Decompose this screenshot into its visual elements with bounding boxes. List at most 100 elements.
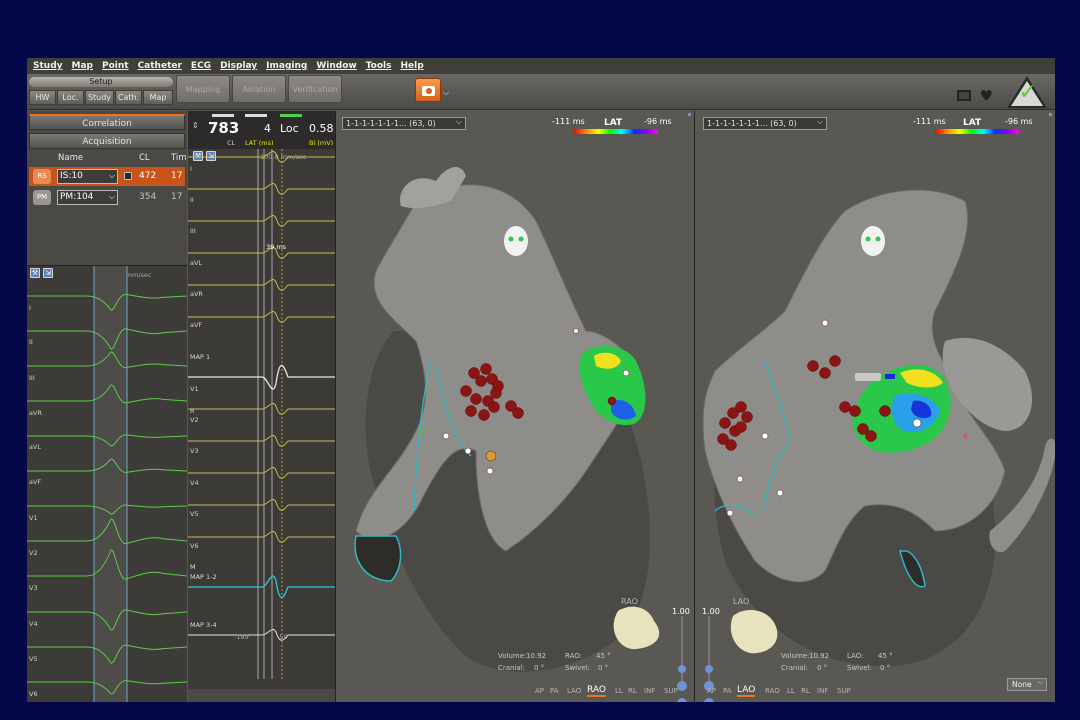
lao-ablation-point-17[interactable] xyxy=(821,319,829,327)
lao-ablation-point-2[interactable] xyxy=(735,401,747,413)
rao-orient-sup[interactable]: SUP xyxy=(664,687,678,695)
ep-trace-11 xyxy=(188,531,335,543)
rao-head-icon[interactable] xyxy=(504,226,528,256)
rao-ablation-point-5[interactable] xyxy=(460,385,472,397)
ep-trace-10 xyxy=(188,499,335,511)
menu-display[interactable]: Display xyxy=(220,61,257,71)
tab-correlation[interactable]: Correlation xyxy=(29,114,185,130)
rao-orient-lao[interactable]: LAO xyxy=(567,687,581,695)
lao-ablation-point-0[interactable] xyxy=(719,417,731,429)
lao-ablation-point-15[interactable] xyxy=(879,405,891,417)
rao-ablation-point-1[interactable] xyxy=(475,375,487,387)
menu-bar: Study Map Point Catheter ECG Display Ima… xyxy=(27,58,1055,74)
lao-orient-rl[interactable]: RL xyxy=(801,687,810,695)
table-row[interactable]: PM PM:104 354 17 xyxy=(29,188,185,207)
scroll-updown-icon[interactable]: ⇕ xyxy=(192,121,199,130)
rao-anatomy-svg[interactable] xyxy=(336,111,695,702)
rao-orient-ll[interactable]: LL xyxy=(615,687,623,695)
menu-study[interactable]: Study xyxy=(33,61,63,71)
snapshot-button[interactable] xyxy=(415,78,441,102)
rao-orient-inf[interactable]: INF xyxy=(644,687,655,695)
lao-ablation-point-6[interactable] xyxy=(725,439,737,451)
loc-button[interactable]: Loc. xyxy=(57,90,84,105)
map-button[interactable]: Map xyxy=(143,90,173,105)
ablation-button[interactable]: Ablation xyxy=(232,75,286,103)
rao-zoom-knob[interactable] xyxy=(678,665,686,673)
menu-tools[interactable]: Tools xyxy=(366,61,392,71)
lao-orient-rao[interactable]: RAO xyxy=(765,687,780,695)
rao-orient-rao[interactable]: RAO xyxy=(587,685,606,697)
rao-reset-icon[interactable] xyxy=(677,698,687,702)
lao-ablation-point-12[interactable] xyxy=(849,405,861,417)
map-view-rao[interactable]: 1-1-1-1-1-1-1... (63, 0) -111 ms LAT -96… xyxy=(335,111,694,702)
rao-orient-pa[interactable]: PA xyxy=(550,687,559,695)
lao-ablation-point-18[interactable] xyxy=(761,432,769,440)
menu-point[interactable]: Point xyxy=(102,61,129,71)
rao-ablation-point-14[interactable] xyxy=(442,432,450,440)
lao-ablation-point-19[interactable] xyxy=(736,475,744,483)
map-view-lao[interactable]: 1-1-1-1-1-1-1... (63, 0) -111 ms LAT -96… xyxy=(694,111,1055,702)
row-name-select[interactable]: PM:104 xyxy=(57,190,118,205)
lao-ablation-point-8[interactable] xyxy=(807,360,819,372)
lao-ablation-point-7[interactable] xyxy=(735,421,747,433)
row-name-select[interactable]: IS:10 xyxy=(57,169,118,184)
table-row[interactable]: RS IS:10 472 17 xyxy=(29,167,185,186)
rao-map-select[interactable]: 1-1-1-1-1-1-1... (63, 0) xyxy=(342,116,466,130)
monitor-icon[interactable] xyxy=(957,90,971,101)
rao-ablation-point-6[interactable] xyxy=(470,393,482,405)
lao-ablation-point-20[interactable] xyxy=(776,489,784,497)
rao-ablation-point-8[interactable] xyxy=(490,387,502,399)
lao-ablation-point-3[interactable] xyxy=(741,411,753,423)
lao-orient-lao[interactable]: LAO xyxy=(737,685,756,697)
rao-ablation-point-19[interactable] xyxy=(622,369,630,377)
setup-label[interactable]: Setup xyxy=(29,77,173,87)
rao-ablation-point-18[interactable] xyxy=(607,396,617,406)
rao-ablation-point-15[interactable] xyxy=(464,447,472,455)
rao-ablation-point-11[interactable] xyxy=(488,401,500,413)
lao-orient-ap[interactable]: AP xyxy=(707,687,716,695)
lao-anatomy-svg[interactable] xyxy=(695,111,1055,702)
lao-zoom-knob[interactable] xyxy=(705,665,713,673)
lao-orient-pa[interactable]: PA xyxy=(723,687,732,695)
menu-ecg[interactable]: ECG xyxy=(191,61,211,71)
lao-reset-icon[interactable] xyxy=(704,698,714,702)
study-button[interactable]: Study xyxy=(85,90,114,105)
lao-head-icon[interactable] xyxy=(861,226,885,256)
menu-window[interactable]: Window xyxy=(316,61,356,71)
rao-cranial-label: Cranial: xyxy=(498,664,526,672)
verification-button[interactable]: Verification xyxy=(288,75,342,103)
lead-label-v6: V6 xyxy=(29,690,38,698)
row-checkbox[interactable] xyxy=(124,172,132,180)
rao-ablation-point-2[interactable] xyxy=(480,363,492,375)
lao-orient-inf[interactable]: INF xyxy=(817,687,828,695)
lao-map-select[interactable]: 1-1-1-1-1-1-1... (63, 0) xyxy=(703,116,827,130)
rao-ablation-point-17[interactable] xyxy=(485,450,497,462)
rao-ablation-point-9[interactable] xyxy=(465,405,477,417)
lao-ablation-point-9[interactable] xyxy=(819,367,831,379)
lao-ablation-point-10[interactable] xyxy=(829,355,841,367)
menu-catheter[interactable]: Catheter xyxy=(138,61,182,71)
heart-icon[interactable]: ♥ xyxy=(980,87,993,105)
menu-imaging[interactable]: Imaging xyxy=(266,61,307,71)
rao-orient-rl[interactable]: RL xyxy=(628,687,637,695)
lao-ablation-point-11[interactable] xyxy=(839,401,851,413)
lao-ablation-point-16[interactable] xyxy=(912,418,922,428)
lao-ablation-point-21[interactable] xyxy=(726,509,734,517)
rao-ablation-point-10[interactable] xyxy=(478,409,490,421)
hw-button[interactable]: HW xyxy=(29,90,56,105)
lao-mapping-label: R xyxy=(963,433,968,441)
rao-heart-orientation-icon[interactable] xyxy=(613,606,660,650)
lao-orient-ll[interactable]: LL xyxy=(787,687,795,695)
rao-ablation-point-16[interactable] xyxy=(486,467,494,475)
snapshot-dropdown-icon[interactable]: ⌵ xyxy=(443,88,449,98)
cath-button[interactable]: Cath. xyxy=(115,90,142,105)
lao-ablation-point-14[interactable] xyxy=(865,430,877,442)
mapping-button[interactable]: Mapping xyxy=(176,75,230,103)
menu-map[interactable]: Map xyxy=(72,61,93,71)
lao-orient-sup[interactable]: SUP xyxy=(837,687,851,695)
rao-orient-ap[interactable]: AP xyxy=(535,687,544,695)
menu-help[interactable]: Help xyxy=(400,61,423,71)
rao-ablation-point-13[interactable] xyxy=(512,407,524,419)
rao-ablation-point-20[interactable] xyxy=(573,328,579,334)
tab-acquisition[interactable]: Acquisition xyxy=(29,133,185,149)
